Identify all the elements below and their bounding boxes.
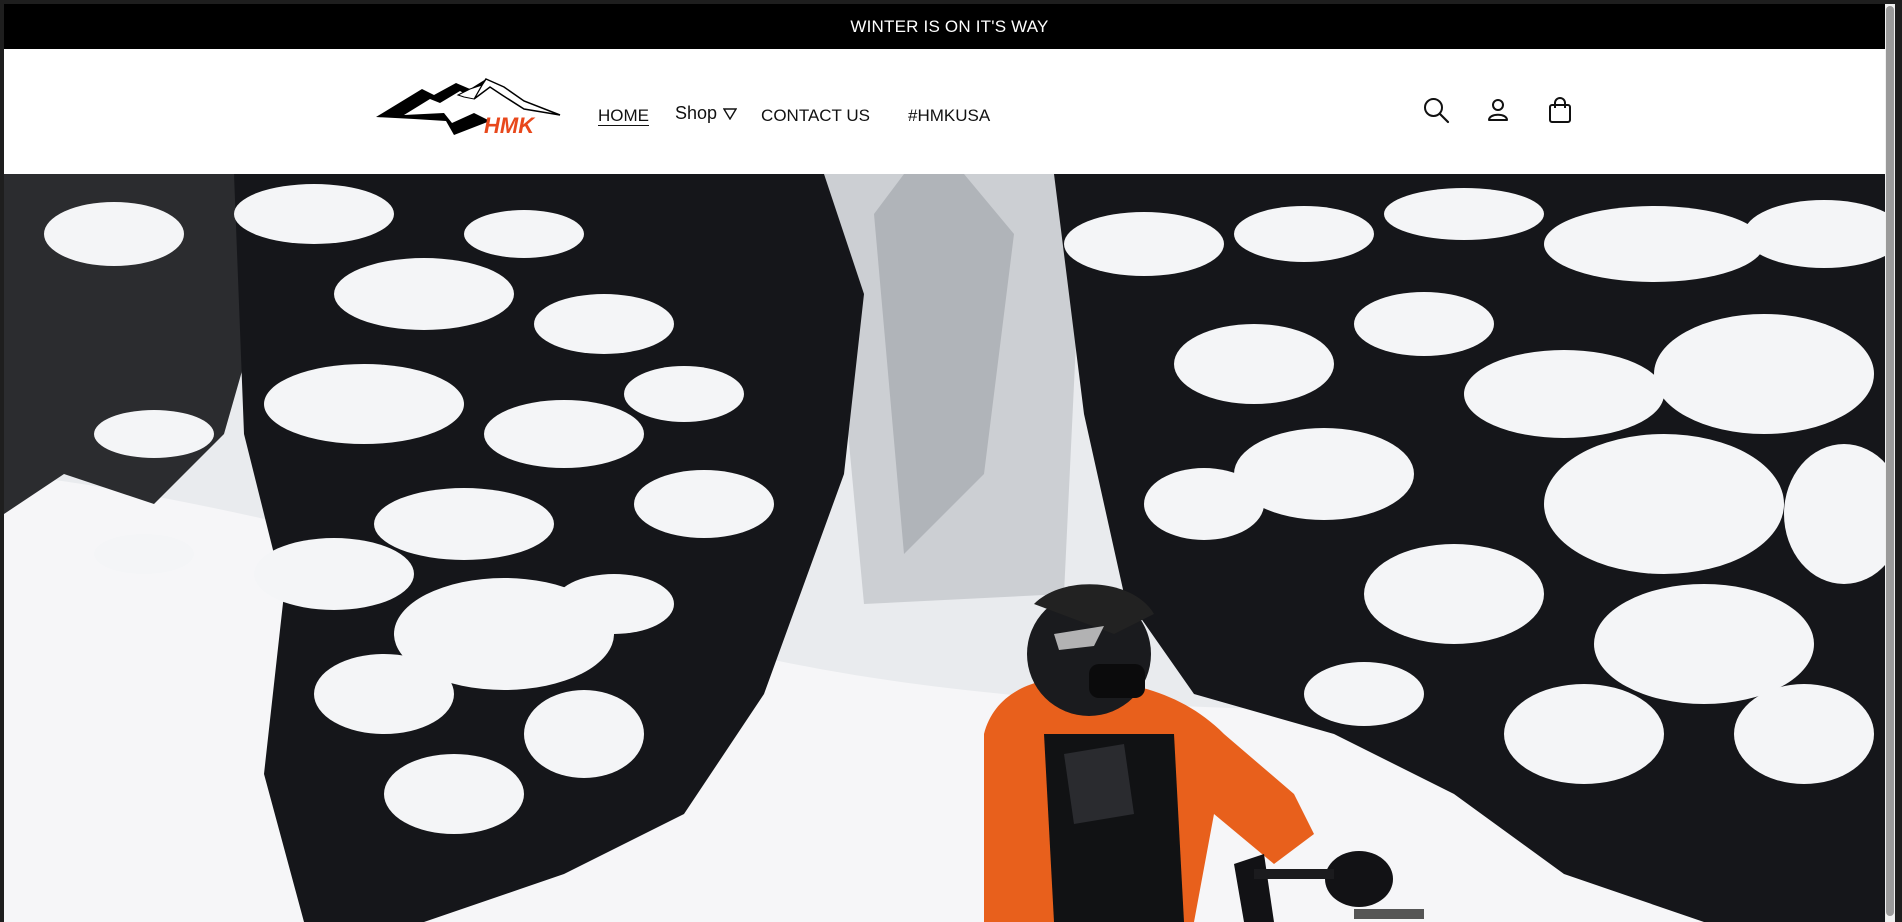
dropdown-triangle-icon — [723, 107, 738, 120]
logo-text: HMK — [484, 113, 536, 138]
nav-item-shop-label: Shop — [675, 103, 718, 123]
main-navigation: HOME Shop CONTACT US #HMKUSA — [598, 49, 990, 174]
header-icons — [1422, 96, 1574, 124]
cart-icon[interactable] — [1546, 96, 1574, 124]
nav-item-home[interactable]: HOME — [598, 98, 649, 126]
nav-item-contact-us[interactable]: CONTACT US — [761, 98, 870, 126]
nav-item-hmkusa[interactable]: #HMKUSA — [908, 98, 990, 126]
scrollbar[interactable] — [1885, 4, 1895, 922]
site-header: HMK HOME Shop CONTACT US #HMKUSA — [4, 49, 1895, 174]
hero-banner-image[interactable] — [4, 174, 1895, 922]
brand-logo[interactable]: HMK — [374, 77, 564, 143]
announcement-bar: WINTER IS ON IT'S WAY — [4, 4, 1895, 49]
scrollbar-thumb[interactable] — [1886, 6, 1894, 916]
browser-viewport: WINTER IS ON IT'S WAY HMK HOME Shop CONT… — [4, 4, 1895, 922]
hero-scene — [4, 174, 1895, 922]
search-icon[interactable] — [1422, 96, 1450, 124]
announcement-text: WINTER IS ON IT'S WAY — [850, 16, 1049, 36]
nav-item-shop[interactable]: Shop — [675, 99, 738, 124]
account-icon[interactable] — [1484, 96, 1512, 124]
